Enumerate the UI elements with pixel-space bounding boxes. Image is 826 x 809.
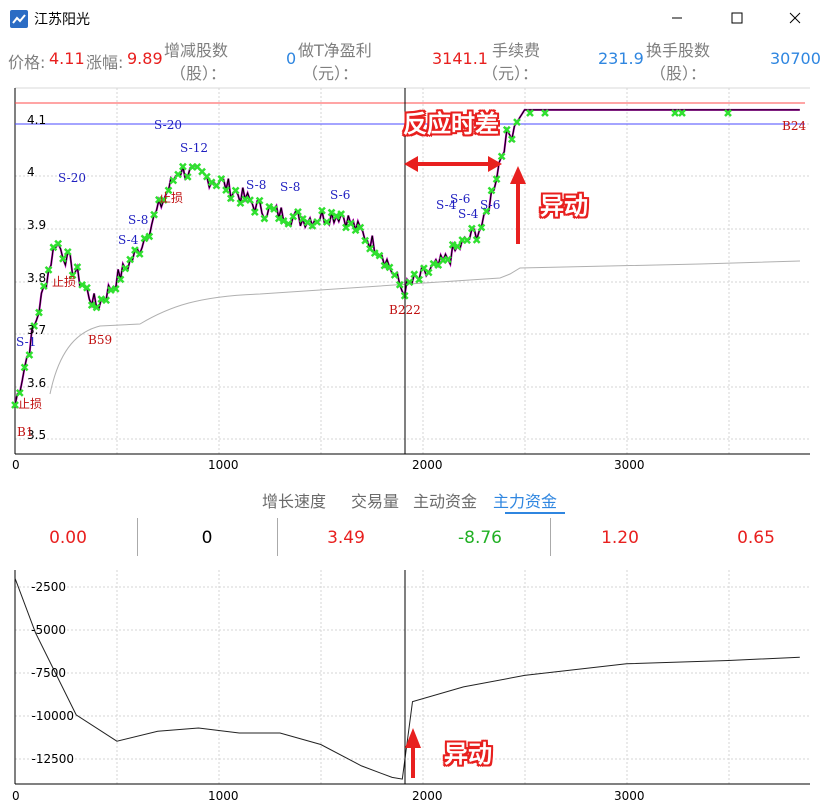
funds-y-tick-5000: -5000	[31, 623, 66, 637]
value-cell-6: 0.65	[737, 528, 775, 548]
value-separator	[137, 518, 138, 556]
reaction-lag-callout: 反应时差	[403, 110, 499, 138]
trade-marker	[526, 109, 534, 117]
tab-main-funds[interactable]: 主力资金	[493, 488, 557, 512]
label-s8-b: S-8	[280, 180, 300, 194]
price-value: 4.11	[49, 49, 85, 68]
minimize-icon	[672, 17, 682, 19]
shares-delta-label: 增减股数	[164, 41, 229, 60]
funds-x-tick-0: 0	[12, 789, 20, 803]
funds-x-tick-2000: 2000	[412, 789, 443, 803]
y-axis-ticks: 4.1 4 3.9 3.8 3.7 3.6 3.5	[27, 113, 46, 442]
trade-marker	[724, 109, 732, 117]
label-s4-c: S-4	[436, 198, 457, 212]
abnormal-move-arrow-bottom	[405, 728, 421, 778]
t-profit-label: 做T净盈利	[298, 41, 372, 60]
label-s8-c: S-8	[246, 178, 266, 192]
x-tick-2000: 2000	[412, 458, 443, 472]
maximize-icon	[731, 12, 743, 24]
y-tick-3.6: 3.6	[27, 376, 46, 390]
y-tick-3.8: 3.8	[27, 271, 46, 285]
label-s4-a: S-4	[118, 233, 139, 247]
abnormal-move-callout-bottom: 异动	[444, 740, 492, 768]
value-cell-2: 0	[201, 528, 213, 548]
label-s4-b: S-4	[458, 207, 479, 221]
funds-x-tick-3000: 3000	[614, 789, 645, 803]
t-profit-unit: （元）：	[302, 64, 359, 83]
maximize-button[interactable]	[714, 0, 760, 36]
label-b24: B24	[782, 119, 806, 133]
tab-active-funds[interactable]: 主动资金	[413, 488, 477, 512]
average-price-line	[49, 260, 801, 395]
stats-row: 价格: 4.11 涨幅: 9.89 增减股数 （股）： 0 做T净盈利 （元）：…	[0, 36, 826, 86]
label-stop-loss-a: 止损	[159, 191, 183, 205]
main-funds-chart[interactable]: -2500 -5000 -7500 -10000 -12500 0 1000 2…	[0, 560, 826, 809]
y-tick-4: 4	[27, 165, 35, 179]
y-tick-4.1: 4.1	[27, 113, 46, 127]
funds-y-tick-7500: -7500	[31, 666, 66, 680]
app-logo-icon	[10, 10, 28, 28]
y-tick-3.9: 3.9	[27, 218, 46, 232]
change-label: 涨幅:	[86, 53, 124, 72]
title-bar: 江苏阳光	[0, 0, 826, 36]
close-button[interactable]	[772, 0, 818, 36]
label-s6-a: S-6	[330, 188, 350, 202]
label-b59: B59	[88, 333, 112, 347]
value-cell-1: 0.00	[49, 528, 87, 548]
label-stop-loss-c: 止损	[18, 397, 42, 411]
label-s20-a: S-20	[58, 171, 86, 185]
turnover-label: 换手股数	[646, 41, 711, 60]
turnover-value: 30700	[770, 49, 821, 68]
fee-value: 231.9	[598, 49, 644, 68]
value-cell-3: 3.49	[327, 528, 365, 548]
label-s1: S-1	[16, 335, 36, 349]
tab-volume[interactable]: 交易量	[351, 488, 399, 512]
trade-marker	[313, 218, 322, 226]
price-label: 价格:	[8, 53, 46, 72]
label-s20-b: S-20	[154, 118, 182, 132]
x-tick-0: 0	[12, 458, 20, 472]
minimize-button[interactable]	[654, 0, 700, 36]
x-tick-1000: 1000	[208, 458, 239, 472]
close-icon	[789, 12, 801, 24]
value-separator	[277, 518, 278, 556]
label-s8-a: S-8	[128, 213, 148, 227]
trade-markers	[11, 109, 732, 409]
change-value: 9.89	[127, 49, 163, 68]
turnover-unit: （股）：	[650, 64, 707, 83]
trade-marker	[678, 109, 686, 117]
active-tab-underline	[505, 512, 565, 514]
value-cell-5: 1.20	[601, 528, 639, 548]
x-axis-ticks: 0 1000 2000 3000	[12, 458, 645, 472]
funds-y-tick-12500: -12500	[31, 752, 74, 766]
indicator-values-row: 0.00 0 3.49 -8.76 1.20 0.65	[0, 516, 826, 560]
label-stop-loss-b: 止损	[52, 275, 76, 289]
window-title: 江苏阳光	[34, 12, 90, 28]
funds-y-tick-10000: -10000	[31, 709, 74, 723]
tab-growth-rate[interactable]: 增长速度	[262, 488, 326, 512]
fee-unit: （元）：	[482, 64, 539, 83]
abnormal-move-callout-top: 异动	[540, 192, 588, 220]
label-b222: B222	[389, 303, 421, 317]
shares-delta-unit: （股）：	[170, 64, 227, 83]
value-separator	[550, 518, 551, 556]
value-cell-4: -8.76	[458, 528, 502, 548]
t-profit-value: 3141.1	[432, 49, 488, 68]
label-b1: B1	[17, 425, 33, 439]
label-s12: S-12	[180, 141, 208, 155]
funds-x-ticks: 0 1000 2000 3000	[12, 789, 645, 803]
funds-y-tick-2500: -2500	[31, 580, 66, 594]
price-chart[interactable]: 4.1 4 3.9 3.8 3.7 3.6 3.5 0 1000 2000 30…	[0, 86, 826, 484]
shares-delta-value: 0	[286, 49, 297, 68]
main-funds-line	[14, 578, 800, 780]
trade-marker	[541, 109, 549, 117]
indicator-tabs: 增长速度 交易量 主动资金 主力资金	[0, 484, 826, 516]
funds-x-tick-1000: 1000	[208, 789, 239, 803]
label-s6-c: S-6	[480, 198, 500, 212]
abnormal-move-arrow-top	[510, 166, 526, 244]
x-tick-3000: 3000	[614, 458, 645, 472]
fee-label: 手续费	[492, 41, 541, 60]
lag-arrow	[404, 156, 502, 172]
trade-marker	[671, 109, 679, 117]
